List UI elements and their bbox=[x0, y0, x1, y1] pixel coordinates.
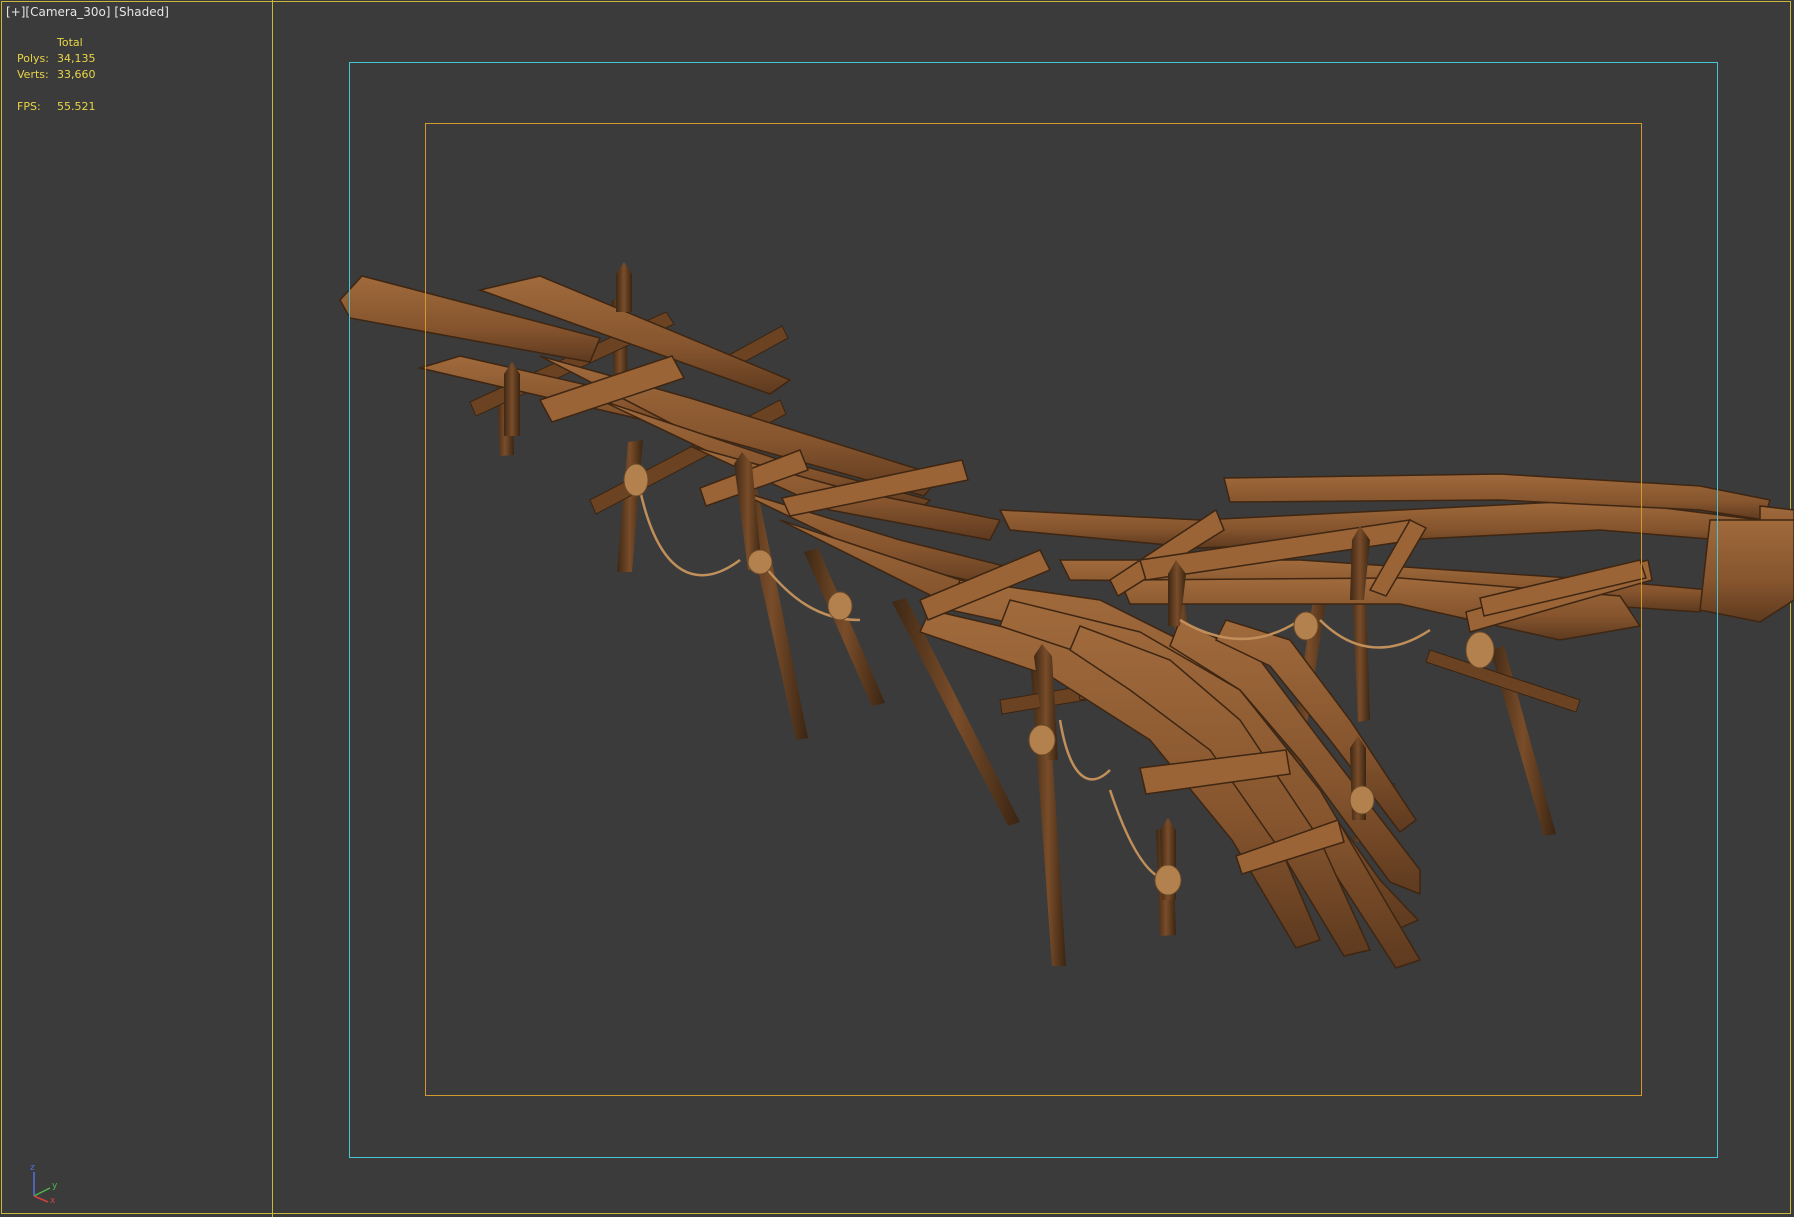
axis-z-label: z bbox=[30, 1163, 35, 1173]
wooden-bridge-model[interactable] bbox=[0, 0, 1794, 1217]
axis-tripod-icon: z y x bbox=[30, 1163, 58, 1204]
axis-y-label: y bbox=[52, 1181, 58, 1191]
axis-x-label: x bbox=[50, 1196, 56, 1204]
3d-viewport[interactable]: [+][Camera_30o] [Shaded] Total Polys: 34… bbox=[0, 0, 1794, 1217]
